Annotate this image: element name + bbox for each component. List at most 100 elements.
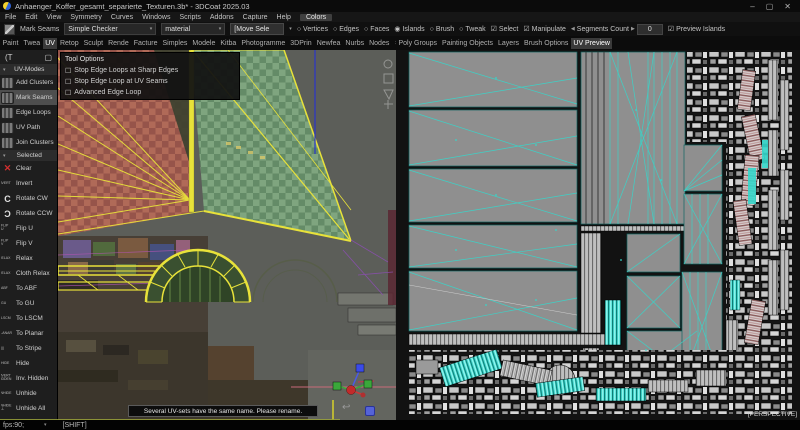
- sidebar-item-relax[interactable]: RELAX Relax: [0, 251, 57, 266]
- sidebar-item-to-stripe[interactable]: ||| To Stripe: [0, 341, 57, 356]
- tab-newfeatures[interactable]: Newfea: [314, 38, 343, 49]
- sidebar-item-to-abf[interactable]: ABF To ABF: [0, 281, 57, 296]
- sidebar-item-hide[interactable]: HIDE Hide: [0, 356, 57, 371]
- abf-icon: ABF: [1, 283, 14, 295]
- checker-dropdown[interactable]: Simple Checker ▾: [64, 23, 156, 35]
- sidebar-item-edge-loops[interactable]: Edge Loops: [0, 105, 57, 120]
- viewport-3d[interactable]: Tool Options ☐ Stop Edge Loops at Sharp …: [58, 50, 396, 420]
- tab-brush-options[interactable]: Brush Options: [522, 38, 571, 49]
- menu-file[interactable]: File: [5, 14, 16, 21]
- sidebar-item-mark-seams[interactable]: Mark Seams: [0, 90, 57, 105]
- checkbox-advanced-edge-loop[interactable]: ☐ Advanced Edge Loop: [61, 87, 239, 98]
- sidebar-item-to-lscm[interactable]: LSCM To LSCM: [0, 311, 57, 326]
- chevron-down-icon[interactable]: ▾: [289, 26, 292, 32]
- sidebar-item-cloth-relax[interactable]: RELAX Cloth Relax: [0, 266, 57, 281]
- tab-tweak[interactable]: Twea: [21, 38, 43, 49]
- tab-uv-preview[interactable]: UV Preview: [571, 38, 613, 49]
- tab-retopo[interactable]: Retop: [57, 38, 81, 49]
- checkbox-label: Advanced Edge Loop: [74, 89, 141, 96]
- blue-marker-icon[interactable]: [365, 406, 375, 416]
- tab-painting-objects[interactable]: Painting Objects: [440, 38, 496, 49]
- sidebar-item-label: UV Path: [16, 124, 40, 131]
- status-bar: fps:90; ▾ [SHIFT]: [0, 420, 800, 430]
- preview-islands-checkbox[interactable]: ☑ Preview Islands: [668, 25, 725, 33]
- stepper-left-icon[interactable]: ◀: [571, 26, 575, 32]
- menu-symmetry[interactable]: Symmetry: [70, 14, 102, 21]
- tab-nodes[interactable]: Nodes: [367, 38, 392, 49]
- radio-vertices[interactable]: ○ Vertices: [297, 26, 328, 33]
- checkbox-stop-edge-loop-uv-seams[interactable]: ☐ Stop Edge Loop at UV Seams: [61, 76, 239, 87]
- minimize-button[interactable]: –: [750, 2, 754, 11]
- colors-button[interactable]: Colors: [300, 14, 332, 21]
- menu-windows[interactable]: Windows: [142, 14, 170, 21]
- tab-uv[interactable]: UV: [43, 38, 58, 49]
- material-dropdown-value: material: [165, 26, 190, 33]
- tab-paint[interactable]: Paint: [0, 38, 21, 49]
- segments-count-value[interactable]: 0: [637, 24, 663, 35]
- tool-options-title: Tool Options: [61, 53, 239, 65]
- tab-render[interactable]: Rende: [106, 38, 132, 49]
- move-mode-dropdown[interactable]: [Move Sele: [230, 23, 284, 35]
- radio-islands[interactable]: ◉ Islands: [394, 25, 424, 33]
- cube-icon: [1, 77, 14, 89]
- sidebar-item-join-clusters[interactable]: Join Clusters: [0, 135, 57, 150]
- flip-v-icon: FLIP V: [1, 238, 14, 250]
- sidebar-item-label: Rotate CW: [16, 195, 48, 202]
- menu-capture[interactable]: Capture: [243, 14, 268, 21]
- undo-arrow-icon[interactable]: ↩: [342, 402, 350, 413]
- sidebar-item-inv-hidden[interactable]: INVERT HIDDEN Inv. Hidden: [0, 371, 57, 386]
- sidebar-item-invert[interactable]: INVERT Invert: [0, 176, 57, 191]
- tab-sculpt[interactable]: Sculpt: [81, 38, 105, 49]
- sidebar-item-rotate-ccw[interactable]: Ɔ Rotate CCW: [0, 206, 57, 221]
- sidebar-item-flip-u[interactable]: FLIP U Flip U: [0, 221, 57, 236]
- checkbox-label: Stop Edge Loops at Sharp Edges: [74, 67, 178, 74]
- checkbox-stop-edge-loops-sharp[interactable]: ☐ Stop Edge Loops at Sharp Edges: [61, 65, 239, 76]
- tab-simple[interactable]: Simples: [160, 38, 190, 49]
- tab-nurbs[interactable]: Nurbs: [343, 38, 367, 49]
- app-logo-icon: [3, 2, 11, 10]
- sidebar-item-unhide-all[interactable]: UNHIDE ALL Unhide All: [0, 401, 57, 416]
- menu-view[interactable]: View: [46, 14, 61, 21]
- radio-brush[interactable]: ○ Brush: [430, 26, 455, 33]
- rotate-ccw-icon: Ɔ: [1, 208, 14, 220]
- radio-edges[interactable]: ○ Edges: [333, 26, 359, 33]
- maximize-button[interactable]: ▢: [766, 2, 774, 11]
- material-dropdown[interactable]: material ▾: [161, 23, 225, 35]
- manipulate-checkbox[interactable]: ☑ Manipulate: [523, 25, 566, 33]
- transform-icon[interactable]: (T: [5, 53, 13, 62]
- tab-kitbash[interactable]: Kitba: [218, 38, 239, 49]
- sidebar-item-add-clusters[interactable]: Add Clusters: [0, 75, 57, 90]
- sidebar-item-clear[interactable]: ✕ Clear: [0, 161, 57, 176]
- tab-poly-groups[interactable]: Poly Groups: [396, 38, 440, 49]
- title-bar: Anhaenger_Koffer_gesamt_separierte_Textu…: [0, 0, 800, 12]
- menu-addons[interactable]: Addons: [210, 14, 234, 21]
- tab-modeling[interactable]: Modele: [190, 38, 218, 49]
- tab-facture[interactable]: Facture: [131, 38, 160, 49]
- stepper-right-icon[interactable]: ▶: [631, 26, 635, 32]
- menu-help[interactable]: Help: [277, 14, 291, 21]
- close-button[interactable]: ✕: [784, 2, 791, 11]
- radio-tweak[interactable]: ○ Tweak: [459, 26, 485, 33]
- status-dropdown-icon[interactable]: ▾: [44, 422, 47, 428]
- red-x-icon: ✕: [1, 163, 14, 175]
- hide-icon: HIDE: [1, 358, 14, 370]
- sidebar-header-selected[interactable]: ▾ Selected: [0, 150, 57, 161]
- menu-scripts[interactable]: Scripts: [179, 14, 200, 21]
- rect-select-icon[interactable]: ▢: [44, 53, 52, 62]
- tab-photogrammetry[interactable]: Photogramme: [239, 38, 288, 49]
- sidebar-item-to-gu[interactable]: GU To GU: [0, 296, 57, 311]
- sidebar-header-uv-modes[interactable]: ▾ UV-Modes: [0, 64, 57, 75]
- tab-3dprint[interactable]: 3DPrin: [288, 38, 314, 49]
- sidebar-item-unhide[interactable]: UNHIDE Unhide: [0, 386, 57, 401]
- sidebar-item-uv-path[interactable]: UV Path: [0, 120, 57, 135]
- select-checkbox[interactable]: ☑ Select: [491, 25, 519, 33]
- sidebar-item-flip-v[interactable]: FLIP V Flip V: [0, 236, 57, 251]
- menu-curves[interactable]: Curves: [111, 14, 133, 21]
- sidebar-item-to-planar[interactable]: PLANAR To Planar: [0, 326, 57, 341]
- tab-layers[interactable]: Layers: [496, 38, 522, 49]
- radio-icon: ○: [333, 26, 337, 33]
- uv-preview-panel[interactable]: [PERSPECTIVE]: [396, 50, 800, 420]
- sidebar-item-rotate-cw[interactable]: C Rotate CW: [0, 191, 57, 206]
- radio-faces[interactable]: ○ Faces: [364, 26, 389, 33]
- menu-edit[interactable]: Edit: [25, 14, 37, 21]
